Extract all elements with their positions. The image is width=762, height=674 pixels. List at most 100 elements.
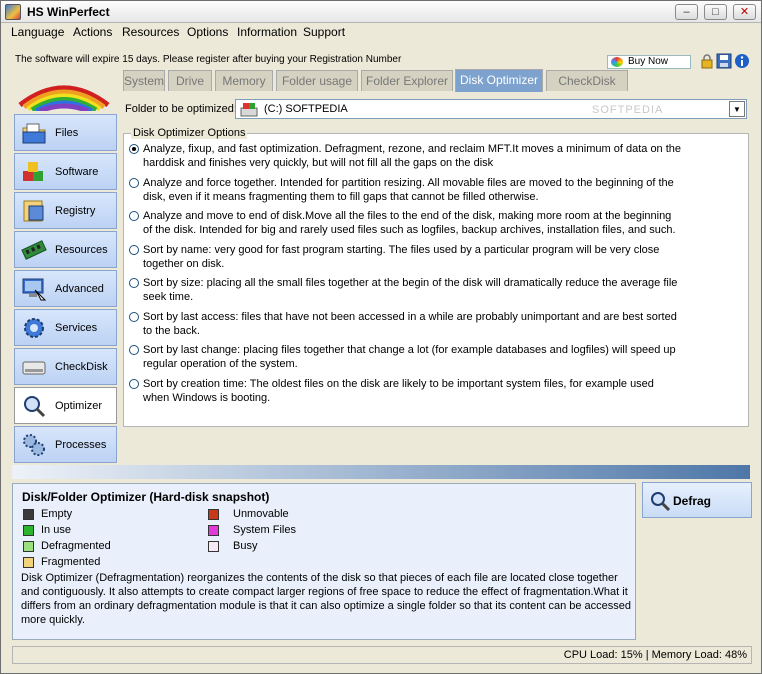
save-icon[interactable] [716, 53, 732, 69]
section-divider [12, 465, 750, 479]
sidebar-item-label: CheckDisk [55, 361, 108, 373]
menu-information[interactable]: Information [237, 25, 297, 39]
window-title: HS WinPerfect [27, 5, 110, 19]
option-label: Sort by name: very good for fast program… [143, 244, 660, 270]
tab-memory[interactable]: Memory [215, 70, 273, 91]
options-group-title: Disk Optimizer Options [131, 127, 248, 139]
menu-actions[interactable]: Actions [73, 25, 112, 39]
option-label: Sort by last access: files that have not… [143, 311, 677, 337]
menu-resources[interactable]: Resources [122, 25, 179, 39]
sidebar-item-resources[interactable]: Resources [14, 231, 117, 268]
maximize-button[interactable]: □ [704, 4, 727, 20]
optimizer-icon [24, 396, 46, 418]
option-label: Sort by last change: placing files toget… [143, 344, 676, 370]
option-label: Analyze and move to end of disk.Move all… [143, 210, 676, 236]
radio-sort-by-last-access[interactable] [129, 312, 139, 322]
sidebar-item-registry[interactable]: Registry [14, 192, 117, 229]
buy-now-icon [611, 57, 623, 67]
registry-icon [23, 200, 44, 222]
lock-icon[interactable] [699, 53, 715, 69]
legend-label-busy: Busy [233, 540, 258, 552]
minimize-button[interactable]: – [675, 4, 698, 20]
sidebar-item-software[interactable]: Software [14, 153, 117, 190]
legend-label-fragmented: Fragmented [41, 556, 101, 568]
magnifier-icon [651, 492, 671, 512]
chevron-down-icon[interactable]: ▼ [729, 101, 745, 117]
legend-swatch-fragmented [23, 557, 34, 568]
status-bar: CPU Load: 15% | Memory Load: 48% [12, 646, 752, 664]
legend-label-system-files: System Files [233, 524, 296, 536]
sidebar-item-optimizer[interactable]: Optimizer [14, 387, 117, 424]
radio-sort-by-creation-time[interactable] [129, 379, 139, 389]
sidebar-item-label: Registry [55, 205, 96, 217]
defrag-label: Defrag [673, 494, 712, 508]
title-bar[interactable]: HS WinPerfect – □ ✕ [1, 1, 761, 23]
app-window: HS WinPerfect – □ ✕ Language Actions Res… [0, 0, 762, 674]
sidebar-item-files[interactable]: Files [14, 114, 117, 151]
app-icon [5, 4, 21, 20]
legend-label-unmovable: Unmovable [233, 508, 289, 520]
radio-sort-by-name[interactable] [129, 245, 139, 255]
radio-fast-optimization[interactable] [129, 144, 139, 154]
legend-label-in-use: In use [41, 524, 71, 536]
menu-language[interactable]: Language [11, 25, 64, 39]
radio-move-to-end[interactable] [129, 211, 139, 221]
sidebar-item-label: Resources [55, 244, 108, 256]
option-label: Sort by creation time: The oldest files … [143, 378, 654, 404]
processes-icon [23, 434, 45, 456]
services-icon [24, 318, 44, 338]
tab-system[interactable]: System [123, 70, 165, 91]
radio-sort-by-last-change[interactable] [129, 345, 139, 355]
app-logo [16, 85, 112, 111]
expiry-notice: The software will expire 15 days. Please… [15, 54, 402, 65]
status-text: CPU Load: 15% | Memory Load: 48% [563, 649, 747, 661]
menu-bar: Language Actions Resources Options Infor… [1, 23, 761, 41]
sidebar-item-checkdisk[interactable]: CheckDisk [14, 348, 117, 385]
defrag-button[interactable]: Defrag [642, 482, 752, 518]
buy-now-label: Buy Now [628, 56, 669, 67]
tab-folder-explorer[interactable]: Folder Explorer [361, 70, 453, 91]
buy-now-button[interactable]: Buy Now [607, 55, 691, 69]
menu-options[interactable]: Options [187, 25, 228, 39]
advanced-icon [22, 278, 47, 301]
checkdisk-icon [22, 361, 46, 375]
legend-label-defragmented: Defragmented [41, 540, 111, 552]
option-label: Sort by size: placing all the small file… [143, 277, 678, 303]
legend-swatch-in-use [23, 525, 34, 536]
sidebar-item-services[interactable]: Services [14, 309, 117, 346]
legend-swatch-system-files [208, 525, 219, 536]
resources-icon [21, 240, 47, 260]
tab-checkdisk[interactable]: CheckDisk [546, 70, 628, 91]
software-icon [23, 162, 43, 181]
folder-select[interactable]: (C:) SOFTPEDIA SOFTPEDIA ▼ [235, 99, 747, 119]
files-icon [22, 123, 46, 144]
legend-swatch-empty [23, 509, 34, 520]
radio-sort-by-size[interactable] [129, 278, 139, 288]
watermark-text: SOFTPEDIA [592, 104, 664, 116]
legend-label-empty: Empty [41, 508, 73, 520]
legend-swatch-busy [208, 541, 219, 552]
legend-swatch-unmovable [208, 509, 219, 520]
info-description: Disk Optimizer (Defragmentation) reorgan… [21, 572, 632, 626]
folder-label: Folder to be optimized: [125, 103, 237, 115]
info-icon[interactable] [734, 53, 750, 69]
radio-force-together[interactable] [129, 178, 139, 188]
tab-drive[interactable]: Drive [168, 70, 212, 91]
sidebar-item-label: Optimizer [55, 400, 103, 412]
sidebar-item-processes[interactable]: Processes [14, 426, 117, 463]
legend-swatch-defragmented [23, 541, 34, 552]
sidebar-item-label: Files [55, 127, 79, 139]
sidebar-item-advanced[interactable]: Advanced [14, 270, 117, 307]
drive-icon [240, 103, 258, 117]
sidebar-item-label: Software [55, 166, 99, 178]
tab-folder-usage[interactable]: Folder usage [276, 70, 358, 91]
option-label: Analyze and force together. Intended for… [143, 177, 674, 203]
info-title: Disk/Folder Optimizer (Hard-disk snapsho… [22, 490, 270, 504]
close-button[interactable]: ✕ [733, 4, 756, 20]
menu-support[interactable]: Support [303, 25, 345, 39]
folder-value: (C:) SOFTPEDIA [264, 103, 348, 115]
option-label: Analyze, fixup, and fast optimization. D… [143, 143, 682, 169]
sidebar-item-label: Processes [55, 439, 107, 451]
sidebar-item-label: Advanced [55, 283, 104, 295]
tab-disk-optimizer[interactable]: Disk Optimizer [455, 69, 543, 92]
